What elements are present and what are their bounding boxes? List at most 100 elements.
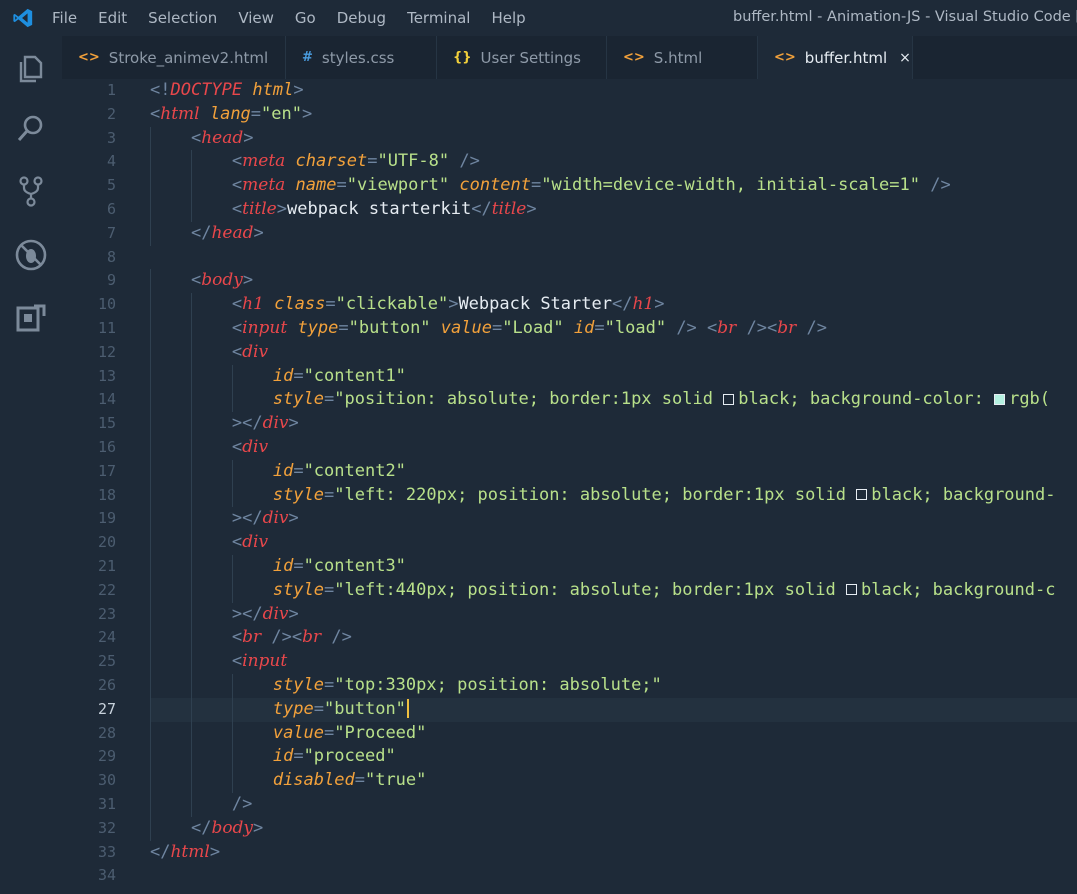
line-number: 22 — [97, 580, 116, 599]
code-token: "load" — [604, 318, 667, 338]
window-title: buffer.html - Animation-JS - Visual Stud… — [733, 9, 1077, 25]
tab-user-settings[interactable]: {} User Settings — [437, 36, 607, 79]
code-token: = — [293, 746, 304, 767]
code-token: = — [293, 460, 304, 481]
menu-selection[interactable]: Selection — [148, 9, 217, 27]
code-token: > — [253, 222, 264, 243]
menu-view[interactable]: View — [238, 9, 274, 27]
tab-buffer-html[interactable]: <> buffer.html × — [758, 36, 913, 79]
menu-edit[interactable]: Edit — [98, 9, 127, 27]
line-number: 27 — [97, 699, 116, 718]
code-token: </ — [190, 817, 212, 838]
code-line: style="top:330px; position: absolute;" — [150, 674, 662, 698]
code-token: "proceed" — [303, 746, 396, 767]
code-line: </body> — [150, 817, 263, 841]
source-control-icon[interactable] — [14, 174, 48, 208]
close-icon[interactable]: × — [899, 50, 911, 66]
menu-help[interactable]: Help — [491, 9, 525, 27]
code-token: black; background- — [871, 484, 1056, 505]
menu-debug[interactable]: Debug — [337, 9, 386, 27]
code-line: <h1 class="clickable">Webpack Starter</h… — [150, 293, 665, 317]
code-token: id — [272, 365, 294, 386]
css-file-icon: # — [302, 50, 313, 65]
color-swatch-icon[interactable] — [846, 584, 858, 596]
debug-icon[interactable] — [14, 238, 48, 272]
code-token: > — [288, 413, 299, 434]
line-number: 26 — [97, 676, 116, 694]
line-number: 24 — [97, 628, 116, 647]
code-token: = — [354, 770, 365, 791]
tab-bar: <> Stroke_animev2.html # styles.css {} U… — [62, 36, 1077, 79]
code-token: h1 — [242, 294, 264, 315]
code-token: = — [324, 722, 335, 743]
code-token: = — [531, 175, 542, 196]
code-token: "width=device-width, initial-scale=1" — [541, 175, 920, 196]
code-token: head — [201, 127, 244, 148]
code-token: DOCTYPE — [170, 80, 243, 100]
tab-label: User Settings — [480, 48, 581, 67]
color-swatch-icon[interactable] — [723, 393, 735, 405]
code-token: id — [573, 318, 595, 338]
code-token: "content1" — [303, 365, 406, 386]
code-line: id="proceed" — [150, 745, 396, 769]
code-line: ></div> — [150, 603, 299, 627]
code-token: value — [272, 722, 325, 743]
menu-go[interactable]: Go — [295, 9, 316, 27]
line-number: 32 — [97, 818, 116, 837]
tab-s-html[interactable]: <> S.html — [607, 36, 758, 79]
menu-file[interactable]: File — [52, 9, 77, 27]
code-token: /> — [231, 794, 253, 814]
explorer-icon[interactable] — [14, 52, 48, 86]
code-token: />< — [271, 627, 303, 648]
code-line: style="left: 220px; position: absolute; … — [150, 484, 1056, 508]
search-icon[interactable] — [14, 112, 48, 146]
code-token: html — [252, 80, 294, 100]
code-token: < — [190, 127, 202, 148]
code-token: black; background-c — [861, 579, 1056, 600]
code-line: disabled="true" — [150, 769, 427, 793]
code-token: value — [440, 318, 492, 338]
code-token: div — [262, 508, 289, 529]
code-token: = — [338, 318, 349, 338]
code-editor[interactable]: 1 2 3 4 5 6 7 8 9 10 11 12 13 14 15 16 17 18 19 20 21 22 23 24 2… — [62, 79, 1077, 894]
code-token: > — [243, 127, 254, 148]
html-file-icon: <> — [774, 50, 796, 65]
code-token: div — [242, 437, 269, 457]
code-line: <html lang="en"> — [150, 103, 312, 127]
line-number: 11 — [97, 319, 116, 337]
html-file-icon: <> — [78, 50, 100, 65]
code-token: div — [242, 532, 269, 553]
code-line: <head> — [150, 127, 254, 151]
code-token: /> — [459, 151, 480, 172]
menu-terminal[interactable]: Terminal — [407, 9, 470, 27]
code-token: "button" — [348, 318, 431, 338]
color-swatch-icon[interactable] — [856, 489, 868, 501]
code-token: > — [209, 841, 221, 862]
code-token: "position: absolute; border:1px solid — [334, 389, 724, 410]
tab-stroke-animev2-html[interactable]: <> Stroke_animev2.html — [62, 36, 286, 79]
code-token: </ — [190, 222, 212, 243]
code-token: black; background-color: — [738, 389, 995, 410]
line-number: 18 — [97, 485, 116, 504]
code-token: /> — [676, 318, 697, 338]
color-swatch-icon[interactable] — [994, 393, 1006, 405]
extensions-icon[interactable] — [14, 302, 48, 336]
code-token: head — [211, 222, 254, 243]
line-number: 2 — [106, 104, 116, 123]
tab-styles-css[interactable]: # styles.css — [286, 36, 437, 79]
